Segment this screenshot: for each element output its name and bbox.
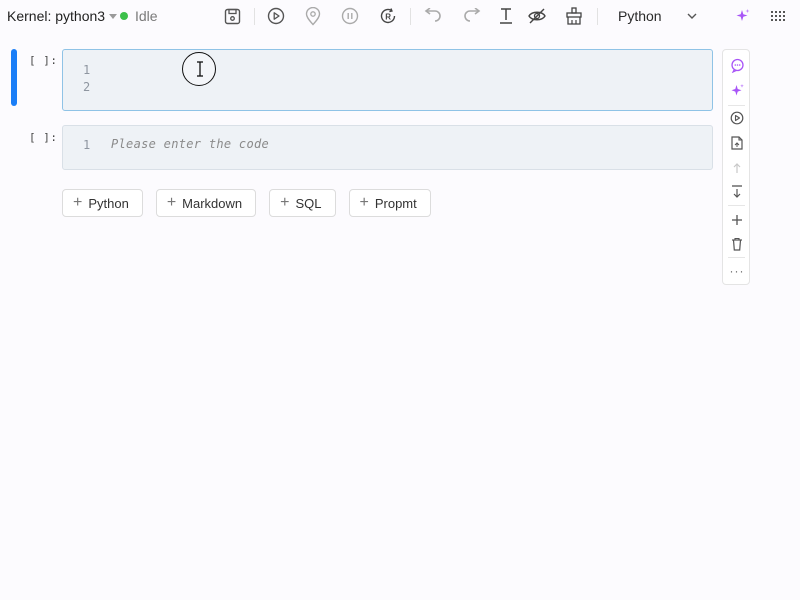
panel-divider [728, 257, 745, 258]
cell-actions-panel: ··· [722, 49, 750, 285]
panel-divider [728, 205, 745, 206]
text-cursor-icon[interactable] [496, 6, 516, 26]
ibeam-cursor-icon [196, 61, 204, 82]
plus-icon: + [280, 194, 290, 211]
add-python-cell-button[interactable]: + Python [62, 189, 143, 217]
delete-icon[interactable] [729, 236, 745, 252]
button-label: Markdown [182, 195, 243, 211]
doc-export-icon[interactable] [729, 135, 745, 151]
button-label: Python [88, 195, 129, 211]
toolbar-divider [254, 8, 255, 25]
status-text: Idle [135, 8, 158, 24]
code-placeholder: Please enter the code [111, 137, 270, 151]
add-cell-buttons: + Python + Markdown + SQL + Propmt [62, 189, 431, 217]
toolbar-divider [597, 8, 598, 25]
line-number: 1 [83, 63, 91, 77]
clear-icon[interactable] [564, 6, 584, 26]
panel-divider [728, 105, 745, 106]
run-icon[interactable] [266, 6, 286, 26]
svg-text:R: R [385, 12, 391, 21]
active-cell-indicator [11, 49, 17, 106]
plus-icon: + [166, 194, 177, 211]
move-up-icon[interactable] [729, 160, 745, 176]
dropdown-chevron-icon[interactable] [686, 9, 698, 27]
run-cell-icon[interactable] [729, 110, 745, 126]
language-select[interactable]: Python [618, 8, 662, 24]
move-top-icon[interactable] [729, 183, 745, 199]
plus-icon: + [359, 194, 369, 211]
kernel-label: Kernel: python3 [7, 8, 106, 24]
sparkle-ai-icon[interactable] [733, 6, 753, 26]
apps-grid-icon[interactable] [768, 6, 788, 26]
line-number: 1 [83, 138, 91, 152]
button-label: Propmt [374, 195, 417, 211]
toolbar-divider [410, 8, 411, 25]
add-markdown-cell-button[interactable]: + Markdown [155, 189, 257, 217]
redo-icon[interactable] [462, 6, 482, 26]
status-dot-icon [120, 12, 128, 20]
plus-icon: + [73, 194, 83, 211]
eye-off-icon[interactable] [527, 6, 547, 26]
code-cell-editor[interactable]: 1 Please enter the code [62, 125, 713, 170]
button-label: SQL [295, 195, 322, 211]
restart-icon[interactable]: R [378, 6, 398, 26]
kernel-selector[interactable]: Kernel: python3 [7, 8, 118, 24]
kernel-caret-icon [109, 13, 118, 19]
chat-icon[interactable] [729, 57, 745, 73]
code-cell-editor[interactable]: 1 2 [62, 49, 713, 111]
cell-prompt: [ ]: [29, 131, 58, 144]
undo-icon[interactable] [423, 6, 443, 26]
line-number: 2 [83, 80, 91, 94]
cell-prompt: [ ]: [29, 54, 58, 67]
add-sql-cell-button[interactable]: + SQL [269, 189, 336, 217]
more-options-icon[interactable]: ··· [727, 264, 747, 278]
kernel-status: Idle [120, 8, 158, 24]
pause-icon[interactable] [340, 6, 360, 26]
add-prompt-cell-button[interactable]: + Propmt [348, 189, 431, 217]
save-icon[interactable] [222, 6, 242, 26]
notebook-toolbar: Kernel: python3 Idle R Python [0, 0, 800, 34]
location-pin-icon[interactable] [303, 6, 323, 26]
add-icon[interactable] [729, 212, 745, 228]
language-label: Python [618, 8, 662, 24]
sparkle-icon[interactable] [729, 82, 745, 98]
